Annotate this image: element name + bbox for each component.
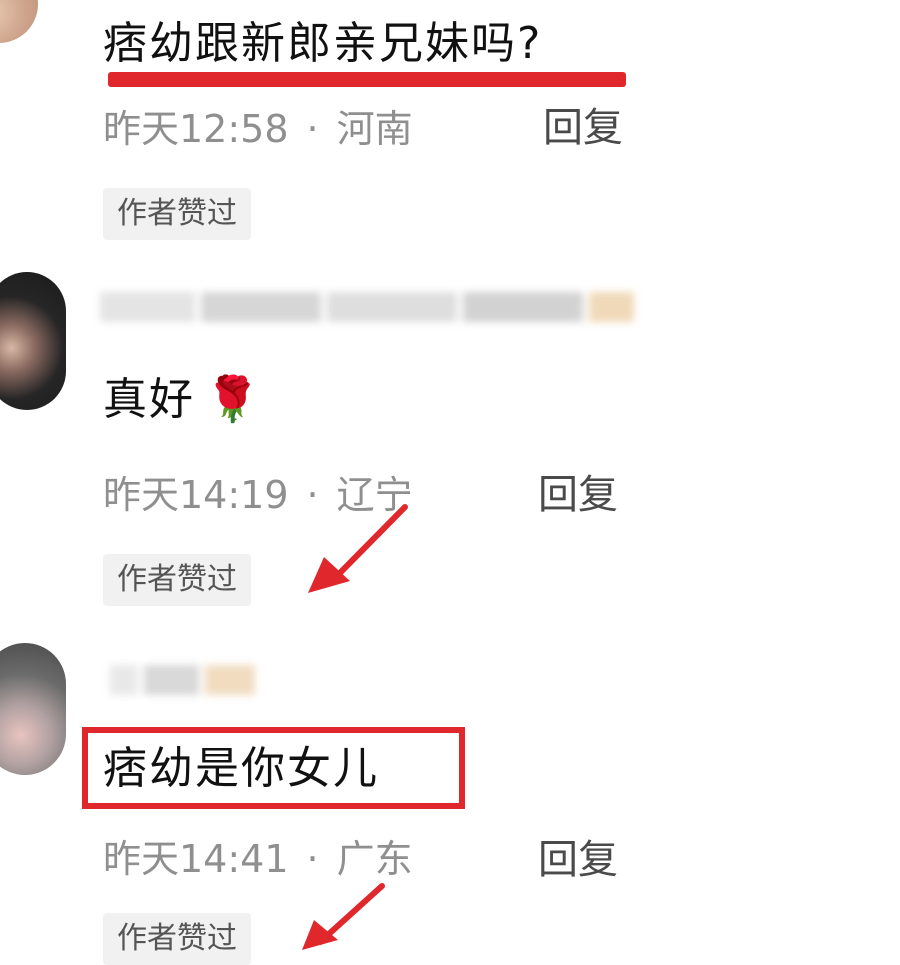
- rose-emoji-icon: 🌹: [205, 374, 262, 425]
- reply-button[interactable]: 回复: [538, 475, 618, 515]
- comment-meta: 昨天14:41 · 广东: [103, 840, 413, 878]
- comment-text: 痞幼跟新郎亲兄妹吗?: [103, 18, 543, 69]
- comment-text: 痞幼是你女儿: [103, 743, 379, 794]
- red-arrow-annotation: [302, 883, 385, 950]
- meta-separator: ·: [306, 837, 319, 881]
- reply-button[interactable]: 回复: [543, 108, 623, 148]
- red-underline-annotation: [108, 72, 626, 87]
- comment-meta: 昨天12:58 · 河南: [103, 110, 413, 148]
- author-liked-badge: 作者赞过: [103, 913, 251, 965]
- comment-time: 昨天12:58: [103, 107, 289, 151]
- comment-location: 广东: [336, 837, 413, 881]
- username-blurred: [100, 282, 640, 332]
- username-blurred: [110, 655, 261, 705]
- comment-text: 真好 🌹: [103, 378, 262, 422]
- red-arrow-annotation: [308, 504, 408, 593]
- avatar[interactable]: [0, 0, 38, 43]
- author-liked-badge: 作者赞过: [103, 554, 251, 606]
- author-liked-badge: 作者赞过: [103, 188, 251, 240]
- avatar[interactable]: [0, 272, 66, 410]
- meta-separator: ·: [306, 107, 319, 151]
- comment-location: 河南: [336, 107, 413, 151]
- comment-text-content: 真好: [103, 374, 195, 425]
- avatar[interactable]: [0, 643, 66, 775]
- reply-button[interactable]: 回复: [538, 840, 618, 880]
- comment-time: 昨天14:41: [103, 837, 289, 881]
- comment-time: 昨天14:19: [103, 473, 289, 517]
